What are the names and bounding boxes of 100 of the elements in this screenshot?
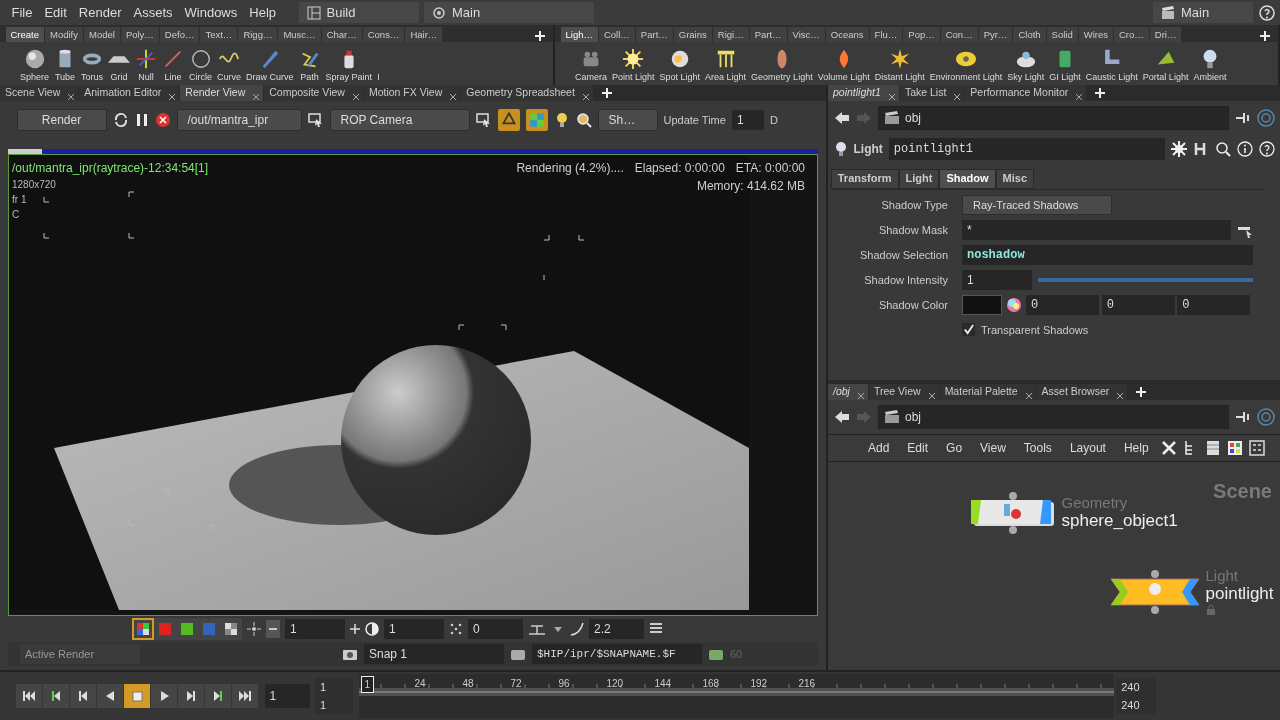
range-start-field[interactable]: 1 [315, 696, 353, 714]
menu-item[interactable]: Assets [127, 2, 179, 23]
shelf-tab[interactable]: Rigi… [712, 27, 749, 42]
snapshot-field[interactable]: Snap 1 [364, 644, 504, 664]
shelf-tool[interactable]: Area Light [703, 48, 749, 82]
active-render-selector[interactable]: Active Render [20, 644, 140, 664]
shelf-tab[interactable]: Text… [200, 27, 238, 42]
text-field[interactable]: noshadow [962, 244, 1253, 265]
number-field[interactable]: 1 [962, 269, 1032, 290]
snapshot-path-field[interactable]: $HIP/ipr/$SNAPNAME.$F [532, 644, 702, 664]
menu-item[interactable]: Render [72, 2, 128, 23]
zoom-field[interactable]: 1 [285, 619, 345, 639]
shelf-tab[interactable]: Grains [673, 27, 712, 42]
number-field[interactable]: 0 [1177, 294, 1251, 315]
frame-field[interactable]: 1 [264, 684, 310, 708]
color-swatch[interactable] [962, 294, 1002, 315]
grid-palette-icon[interactable] [1226, 440, 1243, 456]
menu-item[interactable]: Help [1117, 439, 1155, 457]
shelf-tab[interactable]: Modify [45, 27, 83, 42]
close-icon[interactable] [928, 392, 935, 399]
list-icon[interactable] [1204, 440, 1221, 456]
shelf-tab[interactable]: Oceans [825, 27, 869, 42]
close-icon[interactable] [1076, 93, 1083, 100]
close-icon[interactable] [1117, 392, 1124, 399]
menu-item[interactable]: Go [940, 439, 969, 457]
rop-selector[interactable]: /out/mantra_ipr [176, 109, 302, 131]
half-circle-icon[interactable] [365, 622, 379, 636]
context-selector[interactable]: Main [424, 2, 594, 23]
shelf-tab[interactable]: Flu… [869, 27, 903, 42]
gamma-field[interactable]: 2.2 [589, 619, 644, 639]
number-field[interactable]: 0 [1101, 294, 1175, 315]
menu-item[interactable]: Edit [38, 2, 73, 23]
exposure-field[interactable]: 1 [384, 619, 444, 639]
pause-icon[interactable] [134, 113, 149, 127]
shelf-tool[interactable]: Geometry Light [749, 48, 815, 82]
shelf-tab[interactable]: Visc… [787, 27, 825, 42]
path-field[interactable]: obj [877, 405, 1229, 429]
shelf-tab[interactable]: Poly… [120, 27, 159, 42]
help-icon[interactable] [1258, 141, 1275, 157]
search-icon[interactable] [1214, 141, 1231, 157]
shadow-type-dropdown[interactable]: Ray-Traced Shadows [962, 194, 1112, 215]
node-name-field[interactable]: pointlight1 [888, 138, 1165, 160]
menu-item[interactable]: Help [243, 2, 282, 23]
playback-button[interactable] [151, 684, 177, 708]
checkbox[interactable] [962, 323, 975, 337]
camera-selector[interactable]: ROP Camera [329, 109, 470, 131]
magnifier-icon[interactable] [575, 112, 592, 128]
shelf-tab[interactable]: Create [5, 27, 44, 42]
pane-tab[interactable]: Composite View [264, 85, 363, 101]
shelf-tab[interactable]: Wires [1078, 27, 1113, 42]
close-icon[interactable] [253, 93, 260, 100]
shelf-tab[interactable]: Coll… [598, 27, 635, 42]
color-wheel-icon[interactable] [1006, 296, 1022, 313]
pin-icon[interactable] [1234, 110, 1251, 126]
playback-button[interactable] [16, 684, 42, 708]
range-start-field[interactable]: 1 [315, 678, 353, 696]
parameter-tab[interactable]: Shadow [939, 168, 996, 189]
update-time-field[interactable]: 1 [731, 110, 764, 130]
shelf-tab[interactable]: Cloth [1013, 27, 1046, 42]
shelf-tab[interactable]: Solid [1046, 27, 1078, 42]
shelf-tool[interactable]: Spot Light [657, 48, 703, 82]
playback-button[interactable] [97, 684, 123, 708]
wrench-icon[interactable] [1160, 440, 1177, 456]
shelf-tool[interactable]: Path [296, 48, 323, 82]
close-icon[interactable] [954, 93, 961, 100]
gear-icon[interactable] [1170, 141, 1187, 157]
pane-tab[interactable]: Scene View [0, 85, 79, 101]
menu-item[interactable]: Edit [901, 439, 935, 457]
menu-item[interactable]: Add [862, 439, 896, 457]
playback-button[interactable] [232, 684, 258, 708]
back-arrow-icon[interactable] [833, 110, 850, 126]
shelf-tool[interactable]: Portal Light [1140, 48, 1191, 82]
pane-tab[interactable]: Material Palette [939, 384, 1036, 400]
pane-tab[interactable]: Take List [899, 85, 965, 101]
shelf-tab[interactable]: Con… [940, 27, 978, 42]
stop-icon[interactable] [154, 112, 171, 128]
menu-item[interactable]: File [5, 2, 39, 23]
pane-tab[interactable]: Geometry Spreadsheet [461, 85, 593, 101]
shelf-tab[interactable]: Defo… [159, 27, 200, 42]
offset-field[interactable]: 0 [468, 619, 523, 639]
pane-tab[interactable]: Animation Editor [79, 85, 180, 101]
playback-button[interactable] [178, 684, 204, 708]
menu-item[interactable]: Layout [1063, 439, 1112, 457]
pane-tab[interactable]: Performance Monitor [965, 85, 1087, 101]
shelf-tool[interactable]: Point Light [610, 48, 657, 82]
dots-icon[interactable] [449, 622, 463, 636]
shelf-tab[interactable]: Pyr… [978, 27, 1013, 42]
number-field[interactable]: 0 [1026, 294, 1099, 315]
shelf-tool[interactable]: Grid [106, 48, 133, 82]
menu-item[interactable]: Tools [1017, 439, 1058, 457]
pane-tab[interactable]: Tree View [868, 384, 939, 400]
shelf-tab[interactable]: Cons… [362, 27, 405, 42]
parameter-tab[interactable]: Light [898, 168, 940, 189]
shelf-tool[interactable]: Volume Light [815, 48, 872, 82]
path-field[interactable]: obj [877, 106, 1229, 130]
close-icon[interactable] [352, 93, 359, 100]
desktop-selector[interactable]: Build [298, 2, 419, 23]
shelf-tool[interactable]: Camera [573, 48, 609, 82]
shelf-tool[interactable]: GI Light [1047, 48, 1083, 82]
shelf-tool[interactable]: Draw Curve [244, 48, 296, 82]
